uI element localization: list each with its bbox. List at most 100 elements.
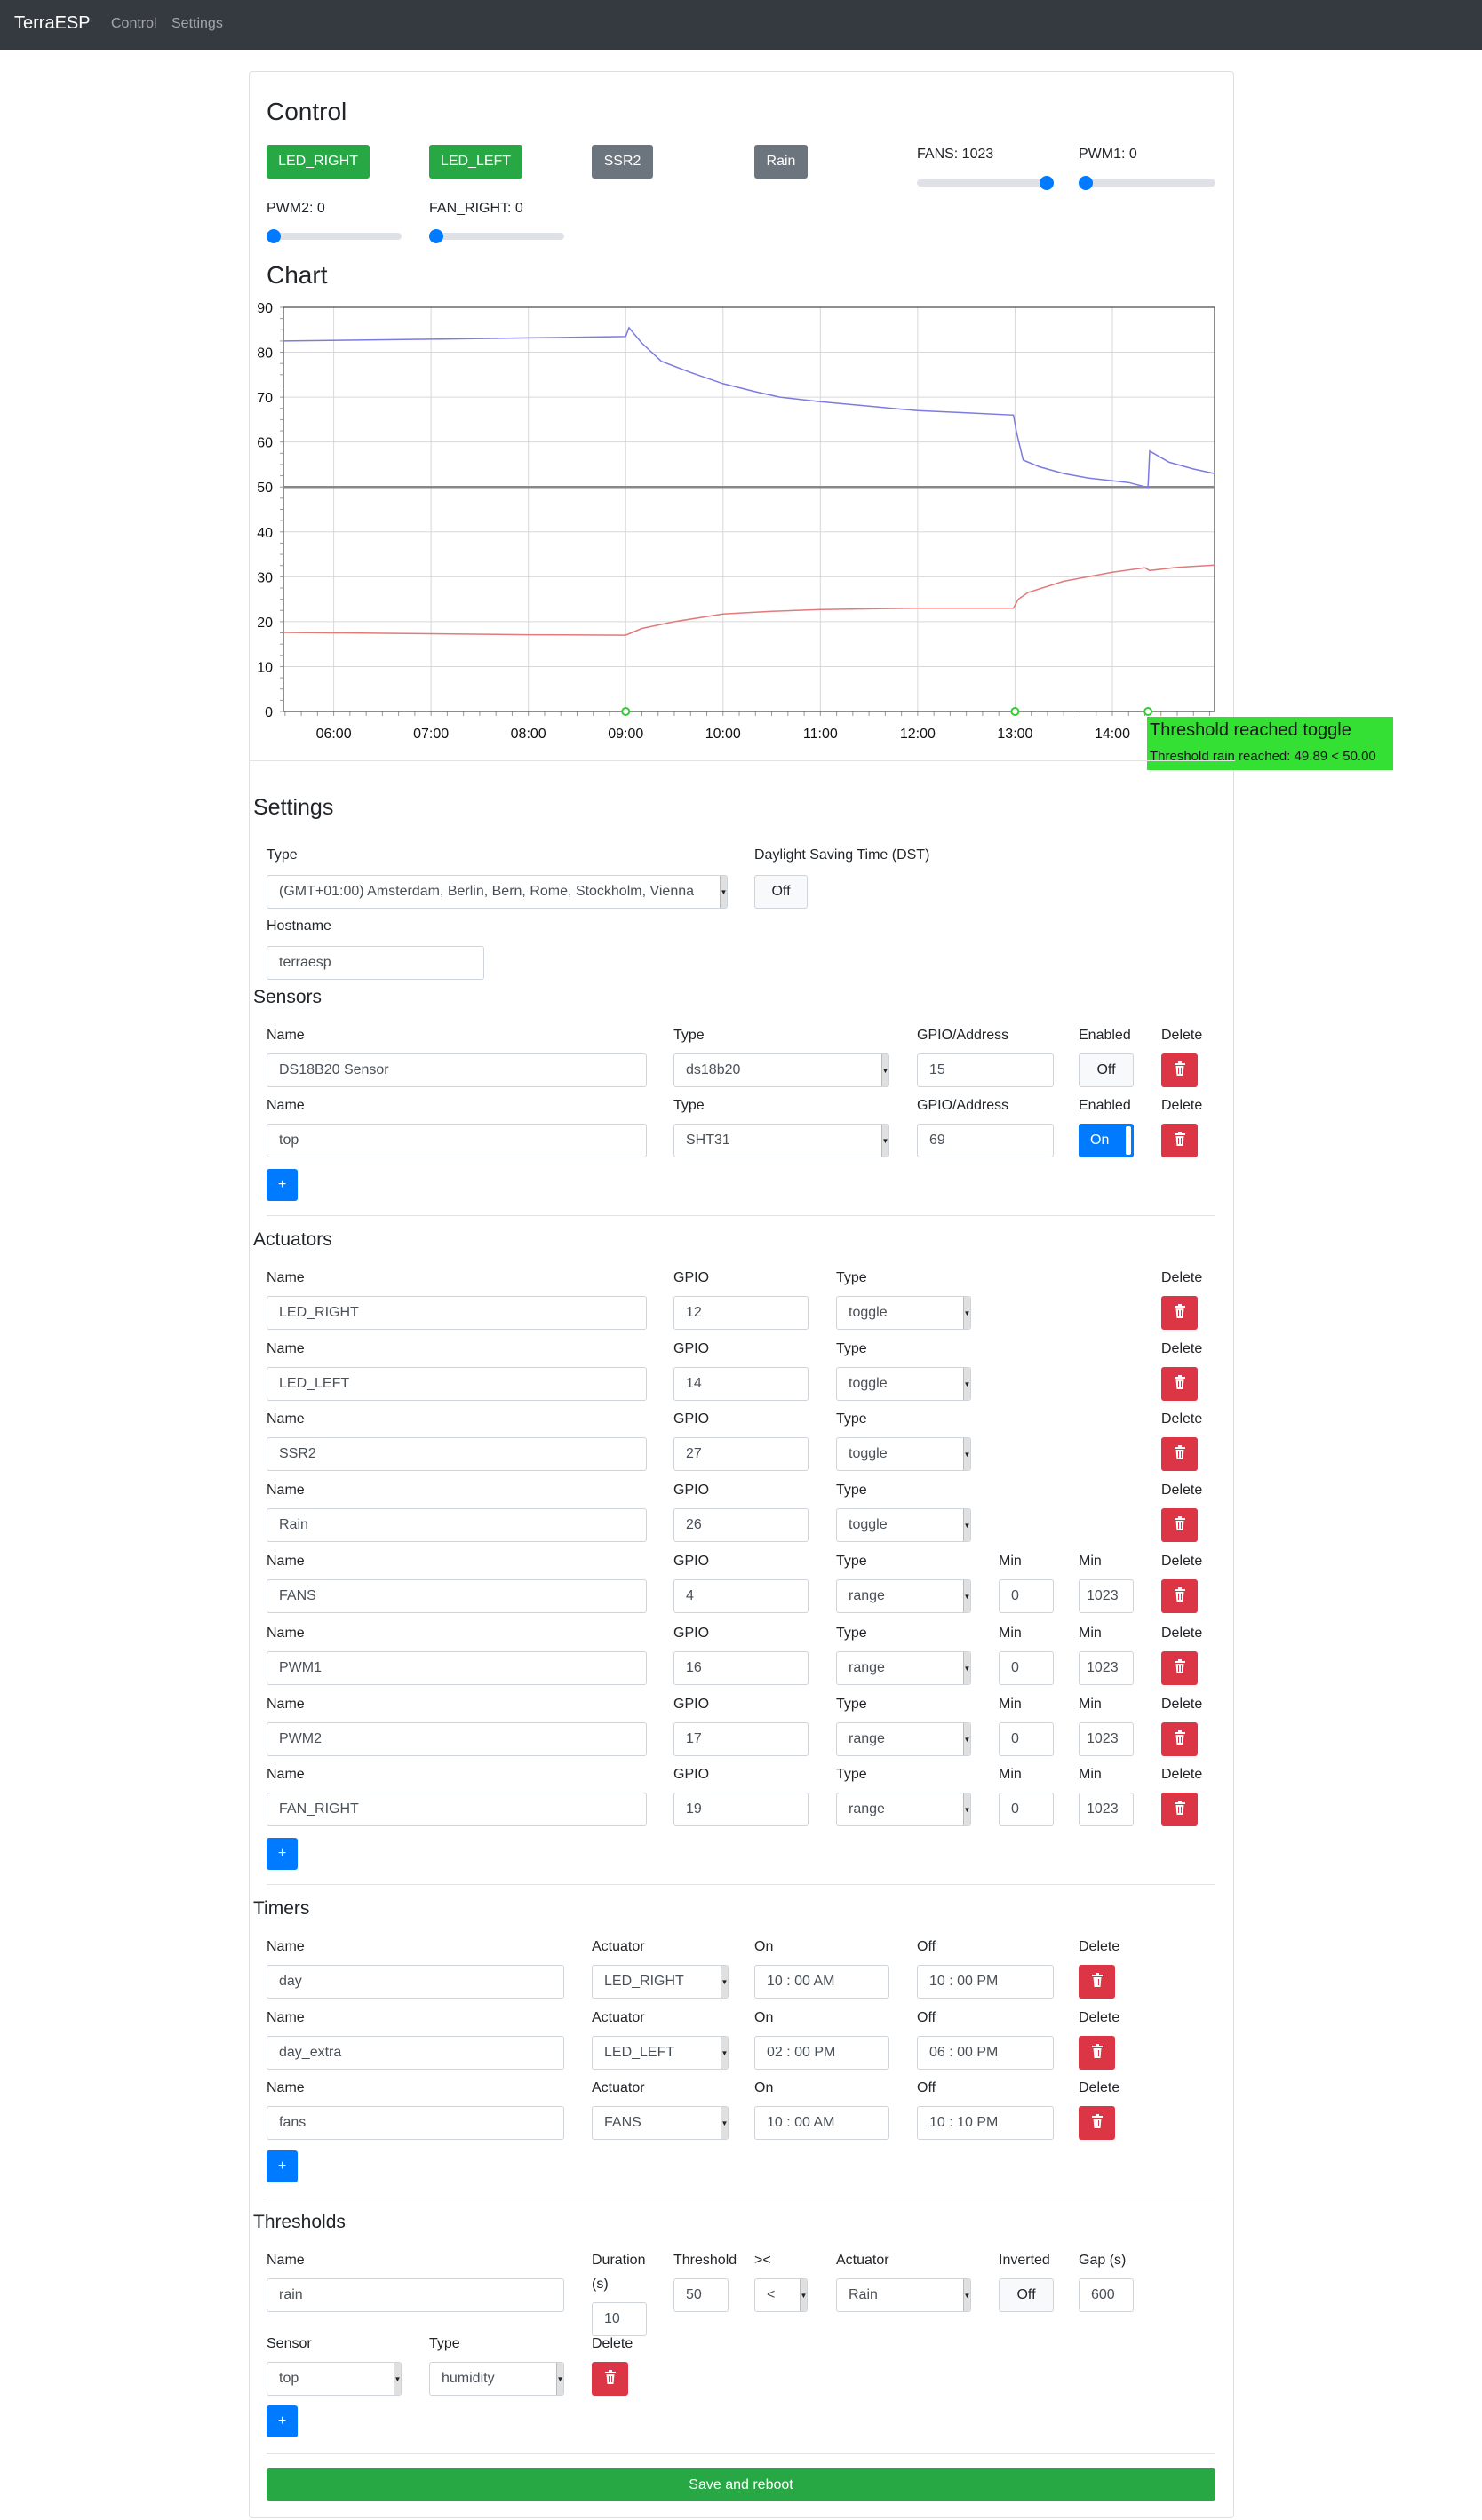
- add-button[interactable]: +: [267, 1838, 298, 1870]
- threshold-gap-input[interactable]: 600: [1079, 2278, 1134, 2312]
- actuator-name-input[interactable]: LED_RIGHT: [267, 1296, 647, 1330]
- delete-button[interactable]: [1079, 2106, 1115, 2140]
- sensor-gpio-input[interactable]: 69: [917, 1124, 1054, 1157]
- nav-link-settings[interactable]: Settings: [171, 16, 223, 32]
- timer-name-input[interactable]: day: [267, 1965, 564, 1999]
- timer-off-time-input[interactable]: 10 : 00 PM: [917, 1965, 1054, 1999]
- actuator-type-select[interactable]: range ▼: [836, 1579, 971, 1613]
- actuator-type-select[interactable]: toggle ▼: [836, 1508, 971, 1542]
- delete-button[interactable]: [1161, 1367, 1198, 1401]
- toggle-button-led-left[interactable]: LED_LEFT: [429, 145, 522, 179]
- timer-on-time-input[interactable]: 10 : 00 AM: [754, 2106, 889, 2140]
- delete-button[interactable]: [1161, 1722, 1198, 1756]
- actuator-type-select[interactable]: range ▼: [836, 1793, 971, 1826]
- actuator-gpio-input[interactable]: 4: [673, 1579, 809, 1613]
- slider-thumb[interactable]: [1040, 176, 1054, 190]
- sensor-type-select[interactable]: SHT31 ▼: [673, 1124, 889, 1157]
- slider-thumb[interactable]: [1079, 176, 1093, 190]
- actuator-gpio-input[interactable]: 17: [673, 1722, 809, 1756]
- actuator-type-select[interactable]: range ▼: [836, 1722, 971, 1756]
- actuator-max-input[interactable]: 1023: [1079, 1793, 1134, 1826]
- delete-button[interactable]: [1161, 1793, 1198, 1826]
- actuator-max-input[interactable]: 1023: [1079, 1651, 1134, 1685]
- actuator-gpio-input[interactable]: 27: [673, 1437, 809, 1471]
- add-button[interactable]: +: [267, 2405, 298, 2437]
- timer-actuator-select[interactable]: LED_RIGHT ▼: [592, 1965, 729, 1999]
- actuator-name-input[interactable]: LED_LEFT: [267, 1367, 647, 1401]
- sensor-enabled-toggle[interactable]: On: [1079, 1124, 1134, 1157]
- slider-fans[interactable]: [917, 176, 1054, 190]
- sensor-type-select[interactable]: ds18b20 ▼: [673, 1053, 889, 1087]
- timezone-select[interactable]: (GMT+01:00) Amsterdam, Berlin, Bern, Rom…: [267, 875, 728, 909]
- actuator-max-input[interactable]: 1023: [1079, 1722, 1134, 1756]
- sensor-name-input[interactable]: top: [267, 1124, 647, 1157]
- dst-toggle[interactable]: Off: [754, 875, 808, 909]
- delete-button[interactable]: [1079, 1965, 1115, 1999]
- brand-logo[interactable]: TerraESP: [14, 13, 91, 34]
- timer-off-time-input[interactable]: 10 : 10 PM: [917, 2106, 1054, 2140]
- toggle-button-ssr2[interactable]: SSR2: [592, 145, 653, 179]
- hostname-input[interactable]: terraesp: [267, 946, 484, 980]
- threshold-duration-input[interactable]: 10: [592, 2302, 647, 2336]
- actuator-name-input[interactable]: PWM2: [267, 1722, 647, 1756]
- timer-name-input[interactable]: day_extra: [267, 2036, 564, 2070]
- delete-button[interactable]: [1161, 1437, 1198, 1471]
- toggle-button-rain[interactable]: Rain: [754, 145, 808, 179]
- threshold-type-select[interactable]: humidity ▼: [429, 2362, 564, 2396]
- timer-on-time-input[interactable]: 10 : 00 AM: [754, 1965, 889, 1999]
- actuator-max-input[interactable]: 1023: [1079, 1579, 1134, 1613]
- actuator-name-input[interactable]: PWM1: [267, 1651, 647, 1685]
- slider-thumb[interactable]: [267, 229, 281, 243]
- threshold-sensor-select[interactable]: top ▼: [267, 2362, 402, 2396]
- threshold-actuator-select[interactable]: Rain ▼: [836, 2278, 971, 2312]
- threshold-inverted-toggle[interactable]: Off: [999, 2278, 1054, 2312]
- timer-name-input[interactable]: fans: [267, 2106, 564, 2140]
- save-and-reboot-button[interactable]: Save and reboot: [267, 2468, 1215, 2501]
- threshold-comparator-select[interactable]: < ▼: [754, 2278, 808, 2312]
- delete-button[interactable]: [1079, 2036, 1115, 2070]
- y-tick-label: 80: [257, 346, 273, 362]
- slider-fan-right[interactable]: [429, 229, 564, 243]
- timer-on-time-input[interactable]: 02 : 00 PM: [754, 2036, 889, 2070]
- threshold-value-input[interactable]: 50: [673, 2278, 729, 2312]
- actuator-type-select[interactable]: range ▼: [836, 1651, 971, 1685]
- toggle-button-led-right[interactable]: LED_RIGHT: [267, 145, 370, 179]
- actuator-gpio-input[interactable]: 19: [673, 1793, 809, 1826]
- actuator-name-input[interactable]: FAN_RIGHT: [267, 1793, 647, 1826]
- actuator-gpio-input[interactable]: 26: [673, 1508, 809, 1542]
- x-tick-label: 09:00: [608, 727, 643, 742]
- timer-actuator-select[interactable]: LED_LEFT ▼: [592, 2036, 729, 2070]
- delete-button[interactable]: [1161, 1508, 1198, 1542]
- threshold-name-input[interactable]: rain: [267, 2278, 564, 2312]
- add-button[interactable]: +: [267, 1169, 298, 1201]
- sensor-gpio-input[interactable]: 15: [917, 1053, 1054, 1087]
- actuator-name-input[interactable]: Rain: [267, 1508, 647, 1542]
- delete-button[interactable]: [1161, 1124, 1198, 1157]
- delete-button[interactable]: [1161, 1651, 1198, 1685]
- actuator-type-select[interactable]: toggle ▼: [836, 1437, 971, 1471]
- actuator-gpio-input[interactable]: 12: [673, 1296, 809, 1330]
- actuator-name-input[interactable]: FANS: [267, 1579, 647, 1613]
- actuator-gpio-input[interactable]: 14: [673, 1367, 809, 1401]
- delete-button[interactable]: [1161, 1053, 1198, 1087]
- actuator-min-input[interactable]: 0: [999, 1793, 1054, 1826]
- delete-button[interactable]: [1161, 1296, 1198, 1330]
- actuator-gpio-input[interactable]: 16: [673, 1651, 809, 1685]
- actuator-min-input[interactable]: 0: [999, 1722, 1054, 1756]
- nav-link-control[interactable]: Control: [111, 16, 157, 32]
- timer-actuator-select[interactable]: FANS ▼: [592, 2106, 729, 2140]
- sensor-enabled-toggle[interactable]: Off: [1079, 1053, 1134, 1087]
- actuator-min-input[interactable]: 0: [999, 1579, 1054, 1613]
- actuator-name-input[interactable]: SSR2: [267, 1437, 647, 1471]
- slider-pwm1[interactable]: [1079, 176, 1215, 190]
- slider-pwm2[interactable]: [267, 229, 402, 243]
- sensor-name-input[interactable]: DS18B20 Sensor: [267, 1053, 647, 1087]
- add-button[interactable]: +: [267, 2150, 298, 2182]
- actuator-min-input[interactable]: 0: [999, 1651, 1054, 1685]
- slider-thumb[interactable]: [429, 229, 443, 243]
- delete-button[interactable]: [1161, 1579, 1198, 1613]
- actuator-type-select[interactable]: toggle ▼: [836, 1367, 971, 1401]
- actuator-type-select[interactable]: toggle ▼: [836, 1296, 971, 1330]
- timer-off-time-input[interactable]: 06 : 00 PM: [917, 2036, 1054, 2070]
- delete-button[interactable]: [592, 2362, 628, 2396]
